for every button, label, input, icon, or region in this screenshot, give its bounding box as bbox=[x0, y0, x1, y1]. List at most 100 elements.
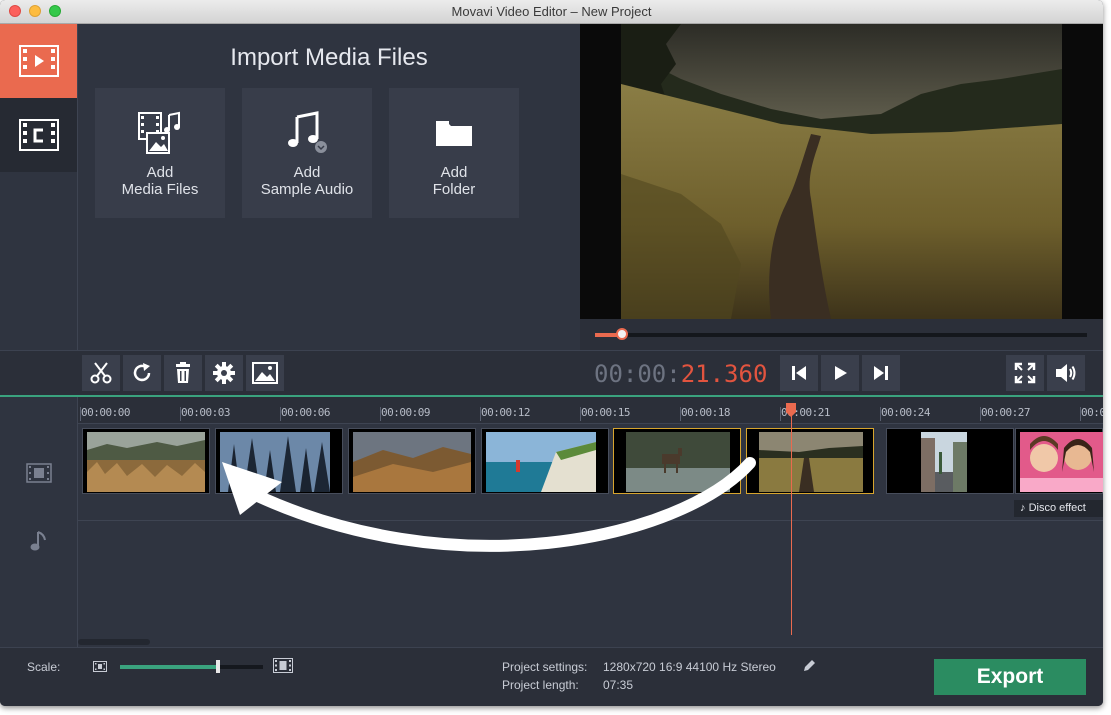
tick-label: 00:00:06 bbox=[281, 406, 330, 419]
tile-label-line1: Add bbox=[440, 164, 468, 181]
tile-label-line1: Add bbox=[146, 164, 174, 181]
skip-back-icon bbox=[792, 366, 806, 380]
play-icon bbox=[835, 366, 847, 380]
tick-label: 00:00:15 bbox=[581, 406, 630, 419]
sidebar bbox=[0, 24, 78, 350]
clip-thumbnail bbox=[87, 432, 205, 492]
timecode-elapsed: 00:00: bbox=[594, 360, 681, 388]
music-note-icon: ♪ bbox=[1020, 502, 1029, 514]
timeline-clip[interactable] bbox=[1015, 428, 1103, 494]
tick-label: 00:00:24 bbox=[881, 406, 930, 419]
zoom-out-icon[interactable] bbox=[93, 661, 107, 672]
add-folder-button[interactable]: Add Folder bbox=[389, 88, 519, 218]
add-sample-audio-button[interactable]: Add Sample Audio bbox=[242, 88, 372, 218]
audio-effect-label[interactable]: ♪ Disco effect bbox=[1014, 500, 1103, 517]
tick-label: 00:00:18 bbox=[681, 406, 730, 419]
zoom-in-icon[interactable] bbox=[273, 658, 293, 673]
tick-label: 00:00:09 bbox=[381, 406, 430, 419]
previous-frame-button[interactable] bbox=[780, 355, 818, 391]
add-media-files-label: Add Media Files bbox=[122, 164, 199, 198]
delete-button[interactable] bbox=[164, 355, 202, 391]
bottom-bar: Scale: Project settings: 1280x720 16:9 4… bbox=[0, 647, 1103, 706]
timeline: 00:00:00 00:00:03 00:00:06 00:00:09 00:0… bbox=[0, 397, 1103, 647]
seek-bar[interactable] bbox=[580, 319, 1103, 350]
add-media-files-button[interactable]: Add Media Files bbox=[95, 88, 225, 218]
scale-slider-handle[interactable] bbox=[216, 660, 220, 673]
import-title: Import Media Files bbox=[230, 44, 428, 71]
clip-properties-button[interactable] bbox=[205, 355, 243, 391]
sidebar-tab-import[interactable] bbox=[0, 24, 77, 98]
volume-button[interactable] bbox=[1047, 355, 1085, 391]
scale-slider-fill bbox=[120, 665, 218, 669]
video-preview bbox=[580, 24, 1103, 319]
next-frame-button[interactable] bbox=[862, 355, 900, 391]
tile-label-line1: Add bbox=[293, 164, 321, 181]
tile-label-line2: Folder bbox=[432, 181, 476, 198]
image-icon bbox=[252, 362, 278, 384]
clip-thumbnail bbox=[921, 432, 967, 492]
tile-label-line2: Sample Audio bbox=[260, 181, 354, 198]
tile-label-line2: Media Files bbox=[121, 181, 199, 198]
track-headers bbox=[0, 397, 78, 647]
add-sample-audio-label: Add Sample Audio bbox=[261, 164, 354, 198]
video-track-icon bbox=[26, 463, 52, 483]
audio-effect-text: Disco effect bbox=[1028, 502, 1086, 514]
seek-track bbox=[595, 333, 1087, 337]
clip-thumbnail bbox=[486, 432, 596, 492]
clip-thumbnail bbox=[353, 432, 471, 492]
edit-toolbar: 00:00:21.360 bbox=[0, 350, 1103, 396]
music-note-icon bbox=[284, 110, 330, 156]
timeline-ruler[interactable]: 00:00:00 00:00:03 00:00:06 00:00:09 00:0… bbox=[78, 397, 1103, 424]
tick-label: 00:00:27 bbox=[981, 406, 1030, 419]
tick-label: 00:00:30 bbox=[1081, 406, 1103, 419]
timeline-scrollbar[interactable] bbox=[78, 639, 150, 645]
volume-icon bbox=[1056, 364, 1076, 382]
rotate-icon bbox=[133, 363, 151, 382]
timecode-display: 00:00:21.360 bbox=[594, 360, 767, 388]
film-titles-icon bbox=[18, 119, 59, 151]
audio-track-icon bbox=[30, 531, 46, 551]
timeline-clip[interactable] bbox=[481, 428, 609, 494]
seek-handle[interactable] bbox=[616, 328, 628, 340]
split-button[interactable] bbox=[82, 355, 120, 391]
clip-thumbnail bbox=[626, 432, 730, 492]
timeline-clip[interactable] bbox=[886, 428, 1014, 494]
export-button[interactable]: Export bbox=[934, 659, 1086, 695]
scissors-icon bbox=[90, 362, 112, 384]
fullscreen-button[interactable] bbox=[1006, 355, 1044, 391]
timeline-clip[interactable] bbox=[348, 428, 476, 494]
timeline-clip[interactable] bbox=[215, 428, 343, 494]
skip-forward-icon bbox=[874, 366, 888, 380]
project-settings-label: Project settings: bbox=[502, 660, 588, 674]
add-folder-label: Add Folder bbox=[433, 164, 476, 198]
tick-label: 00:00:03 bbox=[181, 406, 230, 419]
audio-track[interactable] bbox=[78, 521, 1103, 639]
clip-thumbnail bbox=[1020, 432, 1103, 492]
playhead[interactable] bbox=[791, 409, 792, 635]
project-length-label: Project length: bbox=[502, 678, 579, 692]
fullscreen-icon bbox=[1014, 362, 1036, 384]
trash-icon bbox=[176, 362, 190, 383]
project-length-value: 07:35 bbox=[603, 678, 634, 692]
film-import-icon bbox=[18, 45, 59, 77]
import-panel: Import Media Files Add Media Files Add S… bbox=[78, 24, 580, 350]
timeline-clip-selected[interactable] bbox=[613, 428, 741, 494]
gear-icon bbox=[213, 362, 235, 384]
scale-label: Scale: bbox=[27, 660, 61, 674]
insert-image-button[interactable] bbox=[246, 355, 284, 391]
window-title: Movavi Video Editor – New Project bbox=[451, 4, 652, 19]
video-track[interactable]: ♪ Disco effect bbox=[78, 424, 1103, 521]
clip-thumbnail bbox=[759, 432, 863, 492]
timecode-fraction: 21.360 bbox=[680, 360, 768, 388]
project-settings-value: 1280x720 16:9 44100 Hz Stereo bbox=[603, 660, 776, 674]
timeline-clip[interactable] bbox=[82, 428, 210, 494]
timeline-clip-selected[interactable] bbox=[746, 428, 874, 494]
app-window: Movavi Video Editor – New Project Import… bbox=[0, 0, 1103, 706]
clip-thumbnail bbox=[220, 432, 330, 492]
sidebar-tab-titles[interactable] bbox=[0, 98, 77, 172]
play-button[interactable] bbox=[821, 355, 859, 391]
pencil-icon[interactable] bbox=[802, 659, 816, 673]
tick-label: 00:00:12 bbox=[481, 406, 530, 419]
title-bar: Movavi Video Editor – New Project bbox=[0, 0, 1103, 24]
rotate-button[interactable] bbox=[123, 355, 161, 391]
